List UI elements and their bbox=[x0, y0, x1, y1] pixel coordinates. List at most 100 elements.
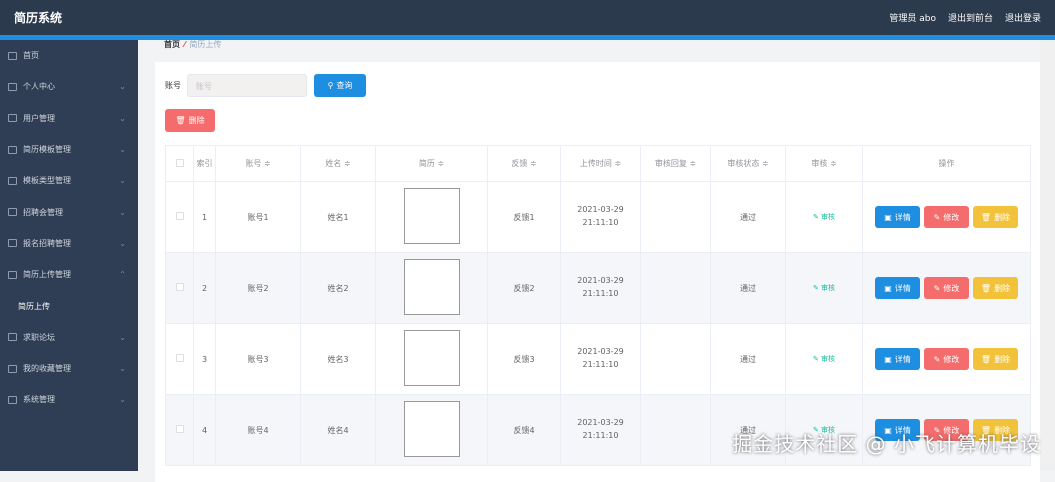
index-cell: 2 bbox=[193, 252, 216, 324]
resume-cell bbox=[375, 252, 488, 324]
column-header[interactable]: 审核状态 ≑ bbox=[710, 145, 786, 182]
column-header[interactable]: 上传时间 ≑ bbox=[560, 145, 641, 182]
batch-delete-button[interactable]: 🗑 删除 bbox=[165, 109, 215, 132]
sidebar-item[interactable]: 我的收藏管理 ⌄ bbox=[0, 353, 138, 384]
reply-cell bbox=[640, 252, 711, 324]
audit-link[interactable]: ✎ 审核 bbox=[813, 213, 835, 221]
exit-to-front-link[interactable]: 退出到前台 bbox=[948, 11, 993, 24]
audit-cell: ✎ 审核 bbox=[785, 323, 863, 395]
column-header: 操作 bbox=[862, 145, 1031, 182]
breadcrumb-home[interactable]: 首页 bbox=[164, 40, 180, 49]
account-search-label: 账号 bbox=[165, 81, 181, 90]
sidebar-item-label: 简历模板管理 bbox=[23, 145, 71, 155]
audit-label: 审核 bbox=[821, 284, 836, 292]
row-checkbox[interactable] bbox=[165, 323, 194, 395]
sidebar-item[interactable]: 简历上传 bbox=[0, 290, 138, 321]
reply-cell bbox=[640, 323, 711, 395]
sidebar-item[interactable]: 首页 bbox=[0, 40, 138, 71]
logout-link[interactable]: 退出登录 bbox=[1005, 11, 1041, 24]
account-search-input[interactable]: 账号 bbox=[187, 74, 307, 97]
broken-image-icon[interactable] bbox=[403, 188, 460, 244]
edit-icon: ✎ bbox=[933, 212, 941, 222]
column-header: 索引 bbox=[193, 145, 216, 182]
resume-cell bbox=[375, 394, 488, 466]
column-header[interactable]: 简历 ≑ bbox=[375, 145, 488, 182]
delete-label: 删除 bbox=[994, 283, 1011, 293]
detail-button[interactable]: ▣ 详情 bbox=[875, 277, 920, 299]
edit-icon: ✎ bbox=[933, 354, 941, 364]
account-cell: 账号1 bbox=[215, 181, 301, 253]
edit-label: 修改 bbox=[943, 283, 960, 293]
feedback-cell: 反馈2 bbox=[487, 252, 561, 324]
edit-label: 修改 bbox=[943, 354, 960, 364]
detail-button[interactable]: ▣ 详情 bbox=[875, 348, 920, 370]
edit-icon: ✎ bbox=[933, 283, 941, 293]
row-checkbox[interactable] bbox=[165, 181, 194, 253]
status-cell: 通过 bbox=[710, 323, 786, 395]
audit-label: 审核 bbox=[821, 355, 836, 363]
delete-button[interactable]: 🗑 删除 bbox=[973, 206, 1018, 228]
row-checkbox[interactable] bbox=[165, 252, 194, 324]
column-header[interactable]: 账号 ≑ bbox=[215, 145, 301, 182]
broken-image-icon[interactable] bbox=[403, 259, 460, 315]
sidebar-item[interactable]: 简历上传管理 ⌃ bbox=[0, 259, 138, 290]
delete-button[interactable]: 🗑 删除 bbox=[973, 348, 1018, 370]
sidebar-item-label: 简历上传管理 bbox=[23, 270, 71, 280]
delete-label: 删除 bbox=[994, 354, 1011, 364]
sidebar-item[interactable]: 报名招聘管理 ⌄ bbox=[0, 228, 138, 259]
app-title: 简历系统 bbox=[14, 11, 63, 25]
edit-button[interactable]: ✎ 修改 bbox=[924, 206, 969, 228]
page-scrollbar[interactable] bbox=[1040, 40, 1055, 471]
column-header[interactable]: 姓名 ≑ bbox=[300, 145, 376, 182]
audit-link[interactable]: ✎ 审核 bbox=[813, 284, 835, 292]
column-header[interactable]: 审核回复 ≑ bbox=[640, 145, 711, 182]
audit-link[interactable]: ✎ 审核 bbox=[813, 355, 835, 363]
row-checkbox[interactable] bbox=[165, 394, 194, 466]
search-button[interactable]: ⚲ 查询 bbox=[314, 74, 366, 97]
sidebar-item[interactable]: 系统管理 ⌄ bbox=[0, 384, 138, 415]
column-header[interactable]: 反馈 ≑ bbox=[487, 145, 561, 182]
column-header[interactable]: 审核 ≑ bbox=[785, 145, 863, 182]
index-cell: 3 bbox=[193, 323, 216, 395]
chevron-down-icon: ⌄ bbox=[119, 145, 126, 155]
edit-icon: ✎ bbox=[812, 213, 822, 221]
sidebar-item[interactable]: 招聘会管理 ⌄ bbox=[0, 196, 138, 227]
person-icon bbox=[8, 364, 17, 373]
delete-label: 删除 bbox=[994, 212, 1011, 222]
edit-label: 修改 bbox=[943, 212, 960, 222]
resume-cell bbox=[375, 181, 488, 253]
delete-button[interactable]: 🗑 删除 bbox=[973, 277, 1018, 299]
sidebar-item[interactable]: 求职论坛 ⌄ bbox=[0, 322, 138, 353]
sidebar-item[interactable]: 个人中心 ⌄ bbox=[0, 71, 138, 102]
signup-icon bbox=[8, 239, 17, 248]
upload-time-cell: 2021-03-29 21:11:10 bbox=[560, 252, 641, 324]
status-cell: 通过 bbox=[710, 252, 786, 324]
detail-button[interactable]: ▣ 详情 bbox=[875, 206, 920, 228]
system-icon bbox=[8, 395, 17, 404]
feedback-cell: 反馈4 bbox=[487, 394, 561, 466]
edit-button[interactable]: ✎ 修改 bbox=[924, 277, 969, 299]
breadcrumb-current: 简历上传 bbox=[189, 40, 222, 49]
account-cell: 账号2 bbox=[215, 252, 301, 324]
search-button-label: 查询 bbox=[336, 81, 353, 90]
actions-cell: ▣ 详情 ✎ 修改 🗑 删除 bbox=[862, 252, 1031, 324]
chevron-down-icon: ⌄ bbox=[119, 395, 126, 405]
broken-image-icon[interactable] bbox=[403, 330, 460, 386]
broken-image-icon[interactable] bbox=[403, 401, 460, 457]
trash-icon: 🗑 bbox=[980, 212, 992, 222]
edit-button[interactable]: ✎ 修改 bbox=[924, 348, 969, 370]
actions-cell: ▣ 详情 ✎ 修改 🗑 删除 bbox=[862, 323, 1031, 395]
select-all-checkbox[interactable] bbox=[165, 145, 194, 182]
sidebar-item[interactable]: 简历模板管理 ⌄ bbox=[0, 134, 138, 165]
sidebar-item[interactable]: 模板类型管理 ⌄ bbox=[0, 165, 138, 196]
detail-icon: ▣ bbox=[884, 212, 892, 222]
chevron-down-icon: ⌄ bbox=[119, 176, 126, 186]
sidebar-item-label: 首页 bbox=[23, 51, 39, 61]
sidebar-item[interactable]: 用户管理 ⌄ bbox=[0, 103, 138, 134]
account-cell: 账号4 bbox=[215, 394, 301, 466]
user-icon bbox=[8, 82, 17, 91]
top-header: 简历系统 管理员 abo 退出到前台 退出登录 bbox=[0, 0, 1055, 35]
resume-upload-table: 索引 账号 ≑ 姓名 ≑ 简历 ≑ 反馈 ≑ 上传时间 ≑ 审核回复 ≑ 审核状态 ≑ 审核 ≑… bbox=[165, 145, 1031, 466]
breadcrumb: 首页 ⁄ 简历上传 bbox=[164, 39, 221, 50]
detail-label: 详情 bbox=[894, 212, 911, 222]
